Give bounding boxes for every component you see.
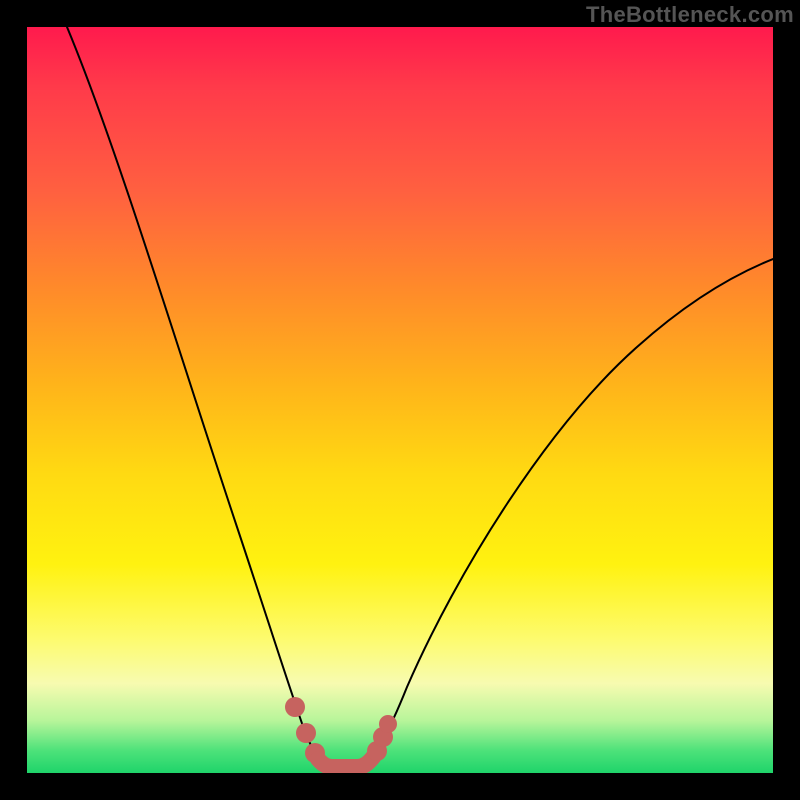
highlight-dot [285, 697, 305, 717]
watermark-text: TheBottleneck.com [586, 2, 794, 28]
bottleneck-curve-highlight [318, 756, 374, 767]
chart-frame: TheBottleneck.com [0, 0, 800, 800]
plot-area [27, 27, 773, 773]
highlight-dot [296, 723, 316, 743]
bottleneck-curve [67, 27, 773, 767]
highlight-dot [379, 715, 397, 733]
curve-overlay [27, 27, 773, 773]
